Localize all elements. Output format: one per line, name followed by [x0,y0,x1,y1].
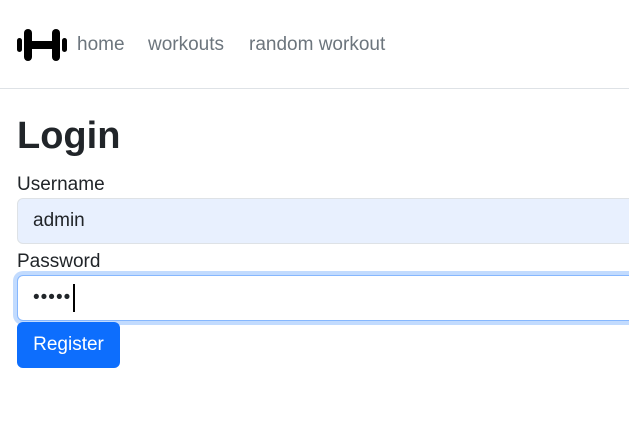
navbar: home workouts random workout [0,0,629,89]
nav-link-home[interactable]: home [77,33,125,57]
nav-link-random-workout[interactable]: random workout [249,33,385,57]
username-input[interactable] [17,198,629,244]
username-label: Username [17,174,105,195]
page-title: Login [17,115,121,157]
dumbbell-icon[interactable] [17,27,67,63]
register-button[interactable]: Register [17,322,120,368]
text-caret [73,284,75,312]
nav-link-workouts[interactable]: workouts [148,33,224,57]
password-input[interactable] [17,275,629,321]
password-label: Password [17,251,101,272]
